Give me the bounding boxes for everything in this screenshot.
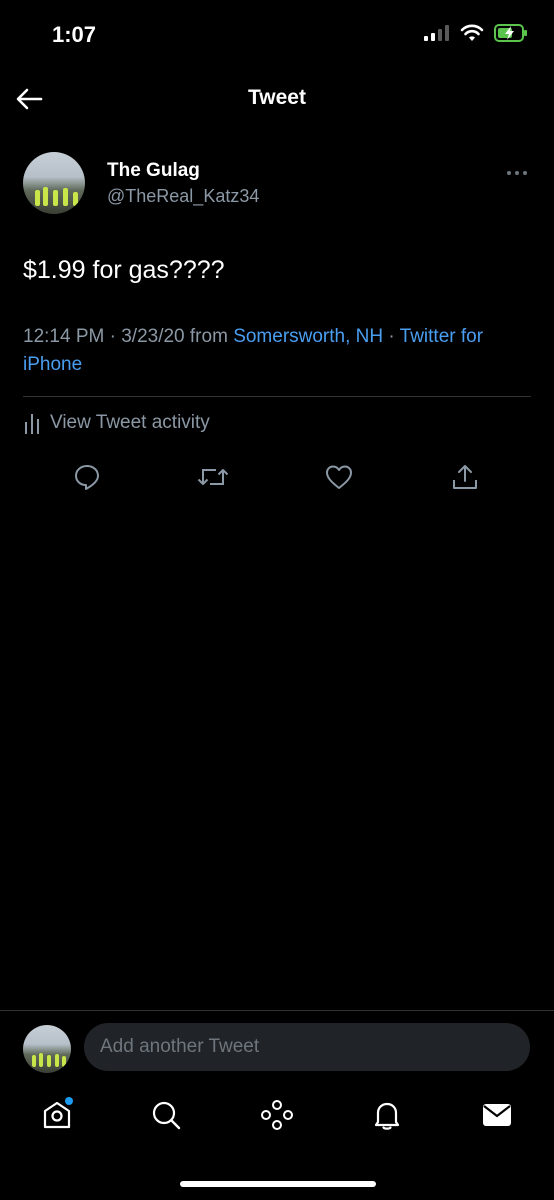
tab-home[interactable] — [37, 1095, 77, 1135]
more-options-button[interactable] — [505, 160, 529, 183]
search-icon — [152, 1101, 181, 1130]
analytics-icon — [25, 414, 39, 434]
share-button[interactable] — [448, 460, 482, 494]
reply-button[interactable] — [70, 460, 104, 494]
author-name[interactable]: The Gulag — [107, 160, 200, 182]
tweet-actions — [62, 460, 502, 496]
divider — [23, 396, 531, 397]
meta-separator: · — [388, 325, 395, 347]
retweet-icon — [197, 469, 229, 485]
tweet-metadata: 12:14 PM · 3/23/20 from Somersworth, NH … — [23, 323, 531, 379]
status-bar: 1:07 — [0, 0, 554, 70]
reply-icon — [75, 465, 99, 490]
spaces-icon — [261, 1100, 293, 1130]
tweet-date: 3/23/20 — [121, 325, 185, 347]
bell-icon — [374, 1102, 400, 1130]
battery-charging-icon — [494, 24, 527, 42]
heart-icon — [326, 465, 352, 489]
author-handle[interactable]: @TheReal_Katz34 — [107, 186, 259, 207]
meta-separator: · — [109, 325, 116, 347]
nav-bar: Tweet — [0, 70, 554, 128]
tab-spaces[interactable] — [257, 1095, 297, 1135]
share-icon — [453, 465, 477, 489]
tweet-time: 12:14 PM — [23, 325, 105, 347]
tab-notifications[interactable] — [367, 1095, 407, 1135]
from-label: from — [189, 325, 228, 347]
page-title: Tweet — [248, 86, 306, 109]
tweet-location-link[interactable]: Somersworth, NH — [233, 326, 383, 347]
avatar[interactable] — [23, 152, 85, 214]
avatar[interactable] — [23, 1025, 71, 1073]
home-indicator[interactable] — [180, 1181, 376, 1187]
view-tweet-activity-label: View Tweet activity — [50, 412, 210, 433]
status-icons — [424, 24, 528, 42]
reply-compose-bar: Add another Tweet — [0, 1010, 554, 1077]
mail-icon — [483, 1104, 511, 1126]
view-tweet-activity-button[interactable]: View Tweet activity — [24, 412, 210, 434]
tweet-text: $1.99 for gas???? — [23, 256, 225, 284]
tweet-detail: The Gulag @TheReal_Katz34 $1.99 for gas?… — [23, 150, 531, 379]
like-button[interactable] — [322, 460, 356, 494]
wifi-icon — [460, 24, 484, 41]
notification-dot — [65, 1097, 73, 1105]
status-time: 1:07 — [52, 22, 97, 47]
signal-icon — [424, 25, 449, 41]
tab-search[interactable] — [146, 1095, 186, 1135]
retweet-button[interactable] — [196, 460, 230, 494]
bottom-tab-bar — [0, 1085, 554, 1149]
tab-messages[interactable] — [477, 1095, 517, 1135]
more-horizontal-icon — [507, 171, 527, 175]
add-another-tweet-input[interactable]: Add another Tweet — [84, 1023, 530, 1071]
tweet-author-row: The Gulag @TheReal_Katz34 — [23, 150, 531, 216]
